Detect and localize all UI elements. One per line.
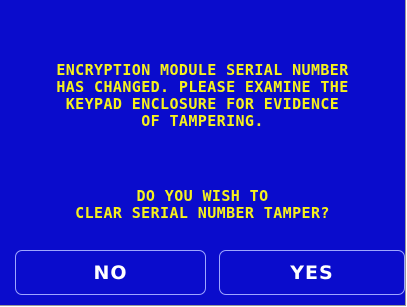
atm-screen: ENCRYPTION MODULE SERIAL NUMBER HAS CHAN… (0, 0, 406, 306)
yes-button-label: YES (290, 261, 334, 284)
clear-tamper-question: DO YOU WISH TO CLEAR SERIAL NUMBER TAMPE… (0, 188, 405, 222)
no-button-label: NO (93, 261, 128, 284)
message-line: HAS CHANGED. PLEASE EXAMINE THE (56, 78, 349, 96)
question-line: DO YOU WISH TO (136, 187, 269, 205)
message-line: OF TAMPERING. (141, 112, 264, 130)
tamper-warning-message: ENCRYPTION MODULE SERIAL NUMBER HAS CHAN… (0, 62, 405, 130)
yes-button[interactable]: YES (219, 250, 405, 295)
message-line: ENCRYPTION MODULE SERIAL NUMBER (56, 61, 349, 79)
no-button[interactable]: NO (15, 250, 206, 295)
message-line: KEYPAD ENCLOSURE FOR EVIDENCE (65, 95, 340, 113)
question-line: CLEAR SERIAL NUMBER TAMPER? (75, 204, 330, 222)
